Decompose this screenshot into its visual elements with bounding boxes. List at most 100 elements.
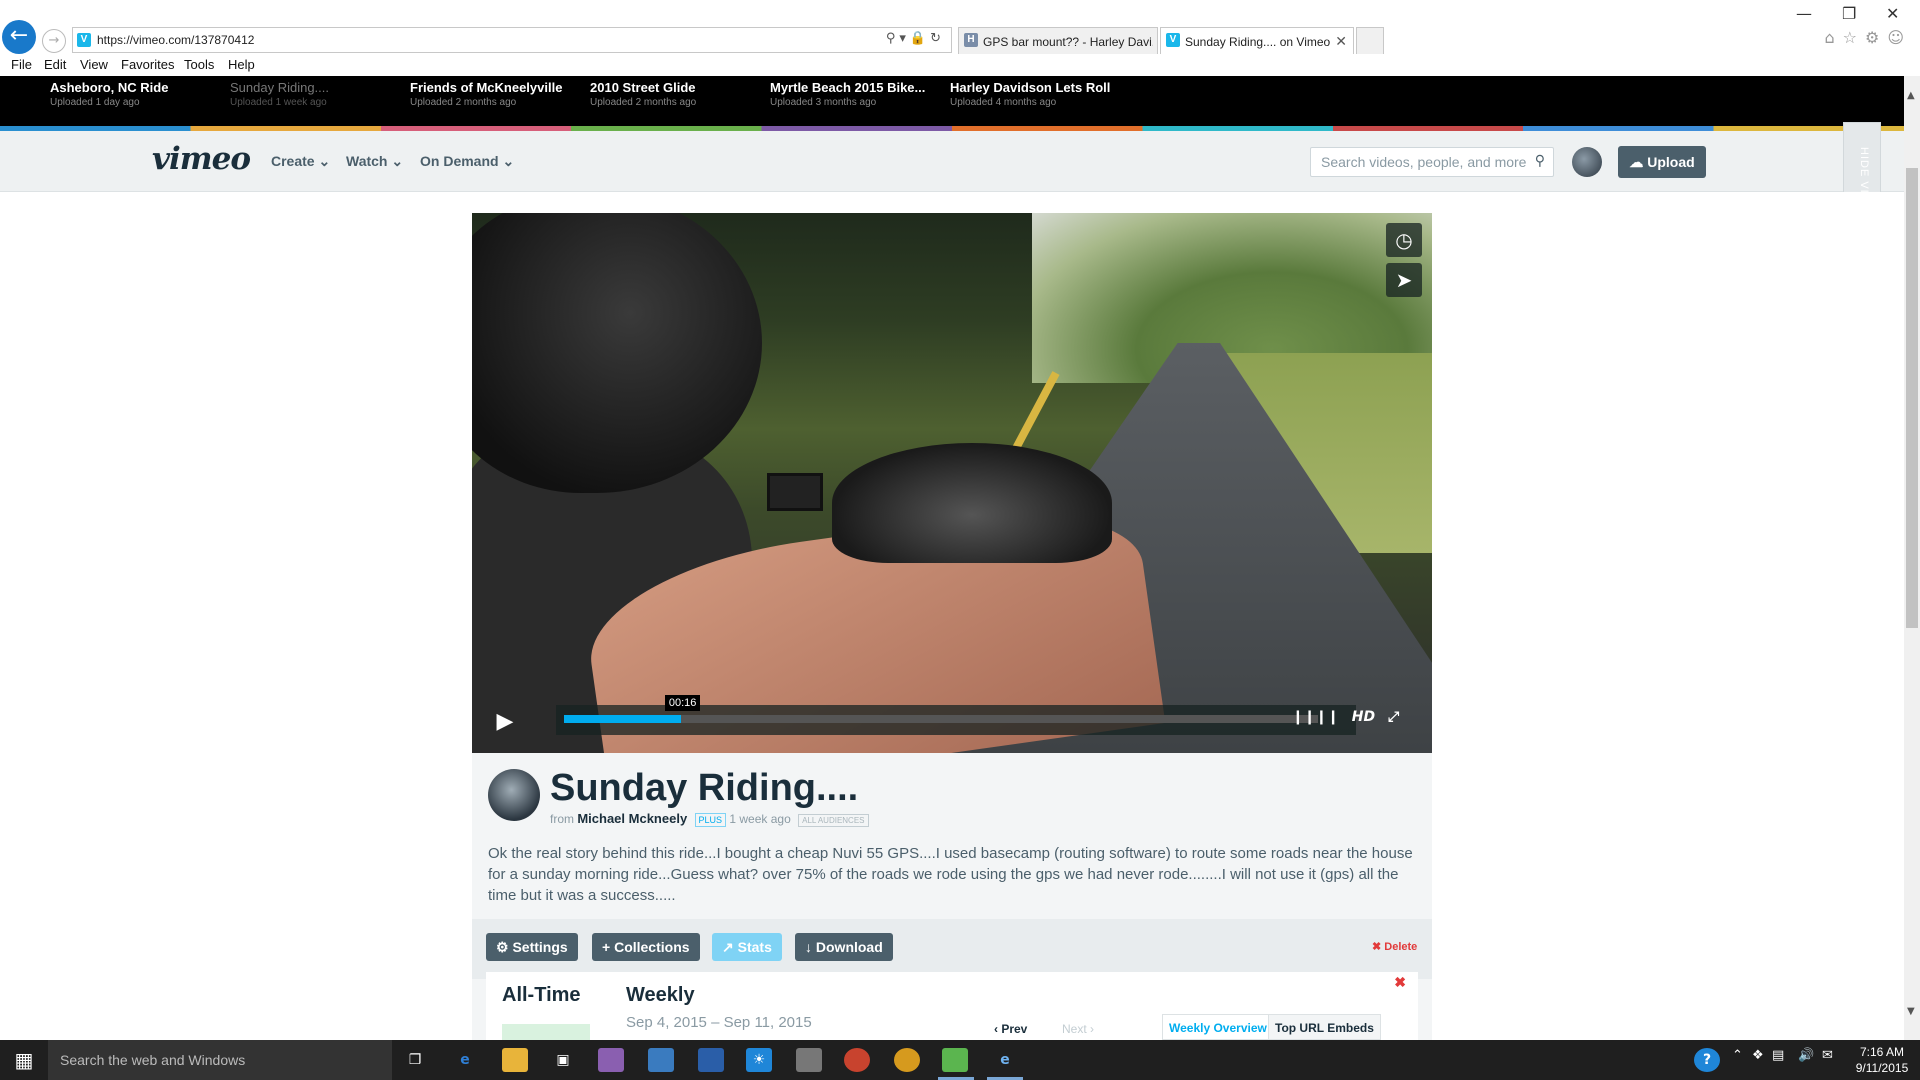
video-player[interactable]: ◷ ➤ ▶ 00:16 ❙❙❙❙ HD ⤢ (472, 213, 1432, 753)
tab-vimeo[interactable]: V Sunday Riding.... on Vimeo ✕ (1160, 27, 1354, 55)
video-description: Ok the real story behind this ride...I b… (488, 845, 1413, 904)
internet-explorer-icon[interactable]: e (992, 1048, 1018, 1072)
page-scrollbar[interactable]: ▲ ▼ (1904, 76, 1920, 1040)
address-bar[interactable]: V https://vimeo.com/137870412 ⚲▾🔒↻ (72, 27, 952, 53)
author-link[interactable]: Michael Mckneely (577, 811, 687, 826)
search-box[interactable]: ⚲ (1310, 147, 1554, 177)
new-tab-button[interactable] (1356, 27, 1384, 55)
recent-video-title: Sunday Riding.... (230, 80, 330, 95)
recent-video-item[interactable]: 2010 Street Glide Uploaded 2 months ago (590, 80, 770, 108)
recent-video-date: Uploaded 1 day ago (50, 97, 140, 108)
vimeo-logo[interactable]: vimeo (152, 141, 251, 177)
search-input[interactable] (1321, 154, 1526, 170)
menu-view[interactable]: View (80, 57, 108, 72)
store-icon[interactable]: ▣ (550, 1048, 576, 1072)
from-label: from (550, 812, 574, 826)
tab-weekly-overview[interactable]: Weekly Overview (1162, 1014, 1274, 1040)
green-app-icon[interactable] (942, 1048, 968, 1072)
red-app-icon[interactable] (844, 1048, 870, 1072)
url-text[interactable]: https://vimeo.com/137870412 (97, 33, 254, 47)
scrollbar-thumb[interactable] (1906, 168, 1918, 628)
watch-later-clock-icon[interactable]: ◷ (1386, 223, 1422, 257)
orange-app-icon[interactable] (894, 1048, 920, 1072)
hd-toggle[interactable]: HD (1352, 709, 1375, 725)
close-window-icon[interactable]: ✕ (1886, 4, 1899, 23)
upload-label: Upload (1647, 154, 1695, 170)
next-link[interactable]: Next › (1062, 1022, 1094, 1036)
recent-video-date: Uploaded 2 months ago (590, 97, 697, 108)
volume-bars-icon[interactable]: ❙❙❙❙ (1292, 709, 1339, 725)
tab-top-url-embeds[interactable]: Top URL Embeds (1268, 1014, 1381, 1040)
share-paper-plane-icon[interactable]: ➤ (1386, 263, 1422, 297)
toolbar-icons[interactable]: ⌂☆⚙☺ (1824, 28, 1912, 47)
weather-app-icon[interactable]: ☀ (746, 1048, 772, 1072)
nav-label: Watch (346, 153, 388, 169)
menu-tools[interactable]: Tools (184, 57, 214, 72)
prev-link[interactable]: ‹ Prev (994, 1022, 1027, 1036)
volume-icon[interactable]: 🔊 (1798, 1048, 1814, 1063)
recent-video-title: Myrtle Beach 2015 Bike... (770, 80, 926, 95)
snipping-tool-icon[interactable] (698, 1048, 724, 1072)
recent-video-date: Uploaded 2 months ago (410, 97, 517, 108)
stats-button[interactable]: ↗ Stats (712, 933, 782, 961)
mail-app-icon[interactable] (648, 1048, 674, 1072)
collections-button[interactable]: + Collections (592, 933, 700, 961)
scroll-down-icon[interactable]: ▼ (1907, 1006, 1915, 1017)
recent-video-item[interactable]: Friends of McKneelyville Uploaded 2 mont… (410, 80, 590, 108)
weekly-heading: Weekly (626, 984, 695, 1006)
tray-app-icon[interactable]: ❖ (1752, 1048, 1764, 1063)
scroll-up-icon[interactable]: ▲ (1907, 90, 1915, 101)
tab-gps-forum[interactable]: H GPS bar mount?? - Harley Davi... (958, 27, 1158, 55)
menu-favorites[interactable]: Favorites (121, 57, 174, 72)
play-icon[interactable]: ▶ (486, 703, 524, 741)
nav-watch[interactable]: Watch ⌄ (346, 153, 403, 170)
recent-video-item[interactable]: Sunday Riding.... Uploaded 1 week ago (230, 80, 410, 108)
task-view-icon[interactable]: ❐ (402, 1048, 428, 1072)
camera-app-icon[interactable] (796, 1048, 822, 1072)
byline: from Michael Mckneely PLUS 1 week ago AL… (550, 811, 869, 827)
tray-chevron-up-icon[interactable]: ⌃ (1732, 1048, 1743, 1063)
edge-icon[interactable]: e (452, 1048, 478, 1072)
minimize-icon[interactable]: — (1796, 4, 1812, 23)
player-controls: ▶ 00:16 ❙❙❙❙ HD ⤢ (472, 695, 1432, 753)
download-label: Download (815, 939, 883, 955)
owner-avatar[interactable] (488, 769, 540, 821)
plus-badge[interactable]: PLUS (694, 813, 727, 827)
taskbar-search[interactable]: Search the web and Windows (48, 1040, 392, 1080)
collections-label: Collections (614, 939, 690, 955)
delete-link[interactable]: ✖ Delete (1372, 940, 1417, 953)
recent-video-date: Uploaded 4 months ago (950, 97, 1057, 108)
stats-label: Stats (737, 939, 772, 955)
fullscreen-icon[interactable]: ⤢ (1388, 709, 1399, 725)
recent-video-title: Harley Davidson Lets Roll (950, 80, 1111, 95)
taskbar-search-placeholder: Search the web and Windows (60, 1052, 246, 1068)
file-explorer-icon[interactable] (502, 1048, 528, 1072)
network-icon[interactable]: ▤ (1772, 1048, 1784, 1063)
search-icon[interactable]: ⚲ (1535, 153, 1545, 169)
close-stats-icon[interactable]: ✖ (1394, 974, 1406, 991)
menu-help[interactable]: Help (228, 57, 255, 72)
address-bar-icons[interactable]: ⚲▾🔒↻ (886, 31, 945, 46)
nav-on-demand[interactable]: On Demand ⌄ (420, 153, 514, 170)
recent-video-item[interactable]: Harley Davidson Lets Roll Uploaded 4 mon… (950, 80, 1130, 108)
restore-icon[interactable]: ❐ (1842, 4, 1856, 23)
back-arrow-icon[interactable]: ← (2, 20, 36, 54)
recent-video-title: Asheboro, NC Ride (50, 80, 169, 95)
progress-bar[interactable]: 00:16 (564, 695, 1318, 723)
settings-button[interactable]: ⚙ Settings (486, 933, 578, 961)
upload-button[interactable]: ☁ Upload (1618, 146, 1706, 178)
menu-file[interactable]: File (11, 57, 32, 72)
help-icon[interactable]: ? (1694, 1048, 1720, 1072)
user-avatar[interactable] (1572, 147, 1602, 177)
recent-video-item[interactable]: Myrtle Beach 2015 Bike... Uploaded 3 mon… (770, 80, 950, 108)
recent-video-item[interactable]: Asheboro, NC Ride Uploaded 1 day ago (50, 80, 230, 108)
photos-app-icon[interactable] (598, 1048, 624, 1072)
notifications-icon[interactable]: ✉ (1822, 1048, 1833, 1063)
forward-arrow-icon[interactable]: → (42, 29, 66, 53)
taskbar-clock[interactable]: 7:16 AM 9/11/2015 (1852, 1044, 1912, 1076)
download-button[interactable]: ↓ Download (795, 933, 893, 961)
nav-create[interactable]: Create ⌄ (271, 153, 330, 170)
menu-edit[interactable]: Edit (44, 57, 66, 72)
windows-start-icon[interactable]: ▦ (0, 1040, 48, 1080)
close-tab-icon[interactable]: ✕ (1335, 33, 1347, 50)
